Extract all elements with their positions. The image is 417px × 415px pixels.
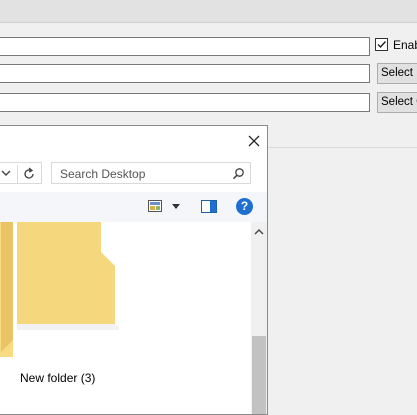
scrollbar-thumb[interactable] (252, 336, 266, 414)
scroll-up-arrow-icon[interactable] (254, 228, 264, 235)
view-icon[interactable] (148, 200, 162, 212)
file-dialog: Search Desktop ? New folder (3) (0, 125, 268, 415)
dropdown-arrow-icon[interactable] (172, 204, 180, 209)
enable-checkbox[interactable] (375, 38, 388, 51)
chevron-down-icon[interactable] (1, 167, 11, 179)
folder-icon (0, 222, 123, 357)
search-icon[interactable] (232, 167, 245, 180)
text-field-2[interactable] (0, 64, 370, 83)
search-placeholder: Search Desktop (60, 167, 146, 181)
address-separator (17, 165, 18, 183)
folder-name: New folder (3) (20, 371, 96, 385)
address-controls (0, 162, 42, 184)
separator (268, 147, 417, 148)
command-bar (0, 192, 267, 223)
top-strip (0, 0, 417, 23)
enable-label: Enab (393, 38, 417, 52)
help-icon[interactable]: ? (236, 198, 253, 215)
text-field-3[interactable] (0, 93, 370, 112)
preview-pane-icon[interactable] (201, 200, 217, 213)
refresh-icon[interactable] (21, 166, 37, 182)
select-button-1[interactable]: Select 1 (377, 63, 417, 84)
close-icon (248, 135, 260, 147)
text-field-1[interactable] (0, 37, 370, 56)
check-icon (377, 41, 387, 49)
folder-item[interactable] (0, 222, 123, 365)
select-button-2[interactable]: Select C (377, 92, 417, 113)
address-bar: Search Desktop (0, 162, 251, 185)
close-button[interactable] (243, 130, 265, 152)
vertical-scrollbar[interactable] (251, 222, 267, 414)
file-list: New folder (3) (0, 222, 251, 414)
search-box[interactable]: Search Desktop (51, 162, 251, 184)
